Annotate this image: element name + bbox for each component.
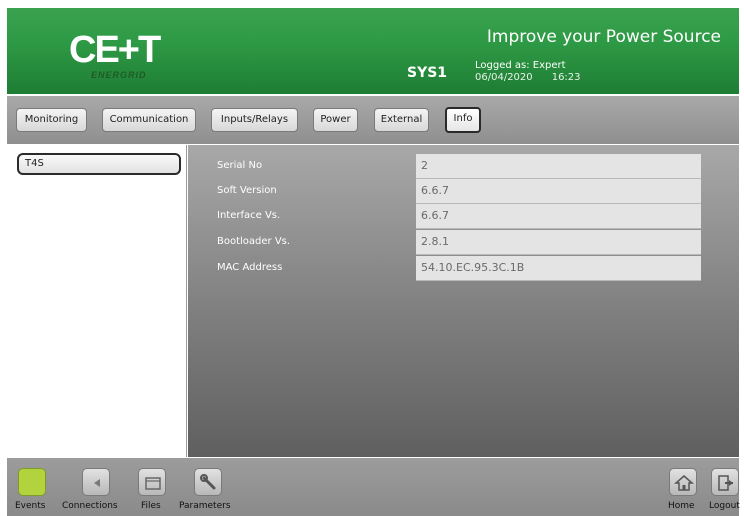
logout-button[interactable] bbox=[711, 468, 739, 496]
soft-version-value: 6.6.7 bbox=[416, 179, 701, 204]
events-button[interactable] bbox=[18, 468, 46, 496]
connections-button[interactable] bbox=[82, 468, 110, 496]
footer-bar: Events Connections Files Parameters Home… bbox=[7, 458, 740, 516]
home-button[interactable] bbox=[669, 468, 697, 496]
logout-label: Logout bbox=[709, 501, 740, 511]
mac-address-label: MAC Address bbox=[217, 262, 283, 273]
home-label: Home bbox=[668, 501, 695, 511]
logged-user: Logged as: Expert bbox=[475, 60, 566, 71]
date-time: 06/04/2020 16:23 bbox=[475, 72, 581, 83]
parameters-button[interactable] bbox=[194, 468, 222, 496]
sidebar-item-t4s[interactable]: T4S bbox=[17, 153, 181, 175]
mac-address-value: 54.10.EC.95.3C.1B bbox=[416, 256, 701, 281]
interface-version-value: 6.6.7 bbox=[416, 204, 701, 229]
system-name: SYS1 bbox=[407, 65, 448, 81]
header-slogan: Improve your Power Source bbox=[486, 27, 721, 47]
company-logo: CE+T ENERGRID bbox=[69, 30, 165, 86]
tab-monitoring[interactable]: Monitoring bbox=[16, 108, 87, 132]
events-label: Events bbox=[15, 501, 46, 511]
parameters-label: Parameters bbox=[179, 501, 231, 511]
app-header: CE+T ENERGRID Improve your Power Source … bbox=[7, 8, 739, 94]
tab-inputs-relays[interactable]: Inputs/Relays bbox=[211, 108, 298, 132]
interface-version-label: Interface Vs. bbox=[217, 210, 281, 221]
tab-bar: Monitoring Communication Inputs/Relays P… bbox=[7, 96, 739, 144]
tab-info[interactable]: Info bbox=[445, 107, 481, 133]
tab-power[interactable]: Power bbox=[313, 108, 358, 132]
connections-label: Connections bbox=[62, 501, 118, 511]
info-panel: Serial No 2 Soft Version 6.6.7 Interface… bbox=[188, 145, 739, 457]
files-button[interactable] bbox=[138, 468, 166, 496]
serial-no-value: 2 bbox=[416, 154, 701, 179]
tab-external[interactable]: External bbox=[374, 108, 429, 132]
serial-no-label: Serial No bbox=[217, 160, 263, 171]
logo-subtext: ENERGRID bbox=[91, 70, 147, 80]
tab-communication[interactable]: Communication bbox=[102, 108, 196, 132]
sidebar: T4S bbox=[7, 145, 187, 457]
logo-text: CE+T bbox=[69, 29, 161, 71]
bootloader-version-value: 2.8.1 bbox=[416, 230, 701, 255]
bootloader-version-label: Bootloader Vs. bbox=[217, 236, 291, 247]
soft-version-label: Soft Version bbox=[217, 185, 277, 196]
files-label: Files bbox=[141, 501, 161, 511]
